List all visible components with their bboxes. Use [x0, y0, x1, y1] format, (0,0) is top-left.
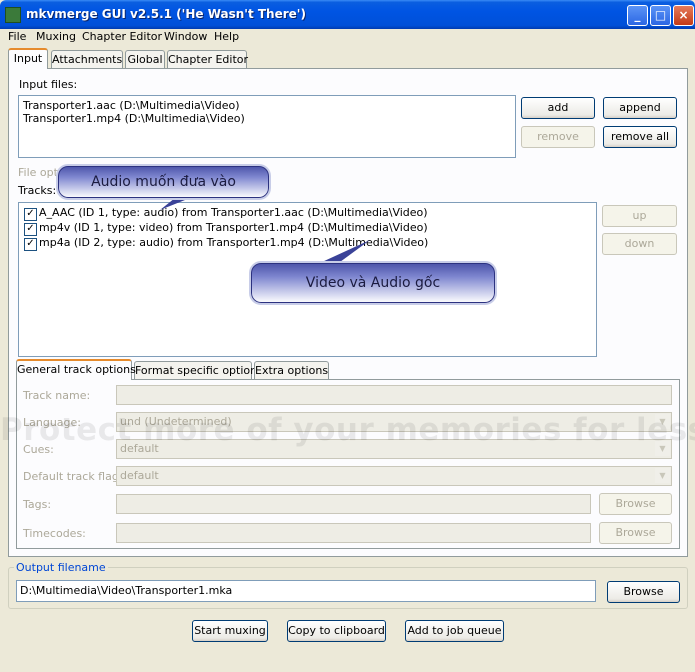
track-checkbox[interactable]: ✓ — [24, 238, 37, 251]
copy-to-clipboard-button[interactable]: Copy to clipboard — [287, 620, 386, 642]
track-item[interactable]: mp4a (ID 2, type: audio) from Transporte… — [39, 236, 428, 249]
track-name-label: Track name: — [23, 389, 91, 402]
track-checkbox[interactable]: ✓ — [24, 223, 37, 236]
remove-button[interactable]: remove — [521, 126, 595, 148]
tags-field[interactable] — [116, 494, 591, 514]
track-item[interactable]: A_AAC (ID 1, type: audio) from Transport… — [39, 206, 428, 219]
timecodes-label: Timecodes: — [23, 527, 86, 540]
tab-chapter-editor[interactable]: Chapter Editor — [167, 50, 248, 69]
tab-extra-options[interactable]: Extra options — [254, 361, 329, 380]
timecodes-browse-button[interactable]: Browse — [599, 522, 672, 544]
up-button[interactable]: up — [602, 205, 677, 227]
tracks-label: Tracks: — [18, 184, 57, 197]
tab-global[interactable]: Global — [125, 50, 165, 69]
output-filename-label: Output filename — [14, 561, 108, 574]
list-item[interactable]: Transporter1.mp4 (D:\Multimedia\Video) — [23, 112, 245, 125]
default-track-flag-label: Default track flag: — [23, 470, 123, 483]
menu-bar: File Muxing Chapter Editor Window Help — [0, 29, 695, 46]
menu-muxing[interactable]: Muxing — [36, 30, 76, 43]
start-muxing-button[interactable]: Start muxing — [192, 620, 268, 642]
close-button[interactable]: × — [673, 5, 694, 26]
tab-format-specific-options[interactable]: Format specific options — [134, 361, 263, 380]
track-checkbox[interactable]: ✓ — [24, 208, 37, 221]
down-button[interactable]: down — [602, 233, 677, 255]
tags-browse-button[interactable]: Browse — [599, 493, 672, 515]
track-item[interactable]: mp4v (ID 1, type: video) from Transporte… — [39, 221, 428, 234]
timecodes-field[interactable] — [116, 523, 591, 543]
tab-input[interactable]: Input — [8, 48, 48, 69]
list-item[interactable]: Transporter1.aac (D:\Multimedia\Video) — [23, 99, 240, 112]
menu-window[interactable]: Window — [164, 30, 207, 43]
menu-chapter-editor[interactable]: Chapter Editor — [82, 30, 162, 43]
default-track-flag-value: default — [120, 469, 159, 482]
output-browse-button[interactable]: Browse — [607, 581, 680, 603]
remove-all-button[interactable]: remove all — [603, 126, 677, 148]
window-title: mkvmerge GUI v2.5.1 ('He Wasn't There') — [26, 7, 306, 21]
track-name-field[interactable] — [116, 385, 672, 405]
append-button[interactable]: append — [603, 97, 677, 119]
menu-file[interactable]: File — [8, 30, 26, 43]
tab-attachments[interactable]: Attachments — [51, 50, 123, 69]
maximize-button[interactable]: □ — [650, 5, 671, 26]
input-files-list[interactable]: Transporter1.aac (D:\Multimedia\Video) T… — [18, 95, 516, 158]
app-icon — [5, 7, 21, 23]
menu-help[interactable]: Help — [214, 30, 239, 43]
chevron-down-icon: ▼ — [655, 468, 670, 483]
title-bar[interactable]: mkvmerge GUI v2.5.1 ('He Wasn't There') … — [0, 0, 695, 29]
tags-label: Tags: — [23, 498, 52, 511]
watermark-text: Protect more of your memories for less! — [0, 412, 695, 448]
callout-audio: Audio muốn đưa vào — [56, 164, 271, 200]
minimize-button[interactable]: _ — [627, 5, 648, 26]
callout-video-audio: Video và Audio gốc — [249, 261, 497, 305]
add-to-job-queue-button[interactable]: Add to job queue — [405, 620, 504, 642]
tab-general-track-options[interactable]: General track options — [16, 359, 136, 380]
add-button[interactable]: add — [521, 97, 595, 119]
input-files-label: Input files: — [19, 78, 78, 91]
default-track-flag-select[interactable]: default ▼ — [116, 466, 672, 486]
output-filename-input[interactable]: D:\Multimedia\Video\Transporter1.mka — [16, 580, 596, 602]
